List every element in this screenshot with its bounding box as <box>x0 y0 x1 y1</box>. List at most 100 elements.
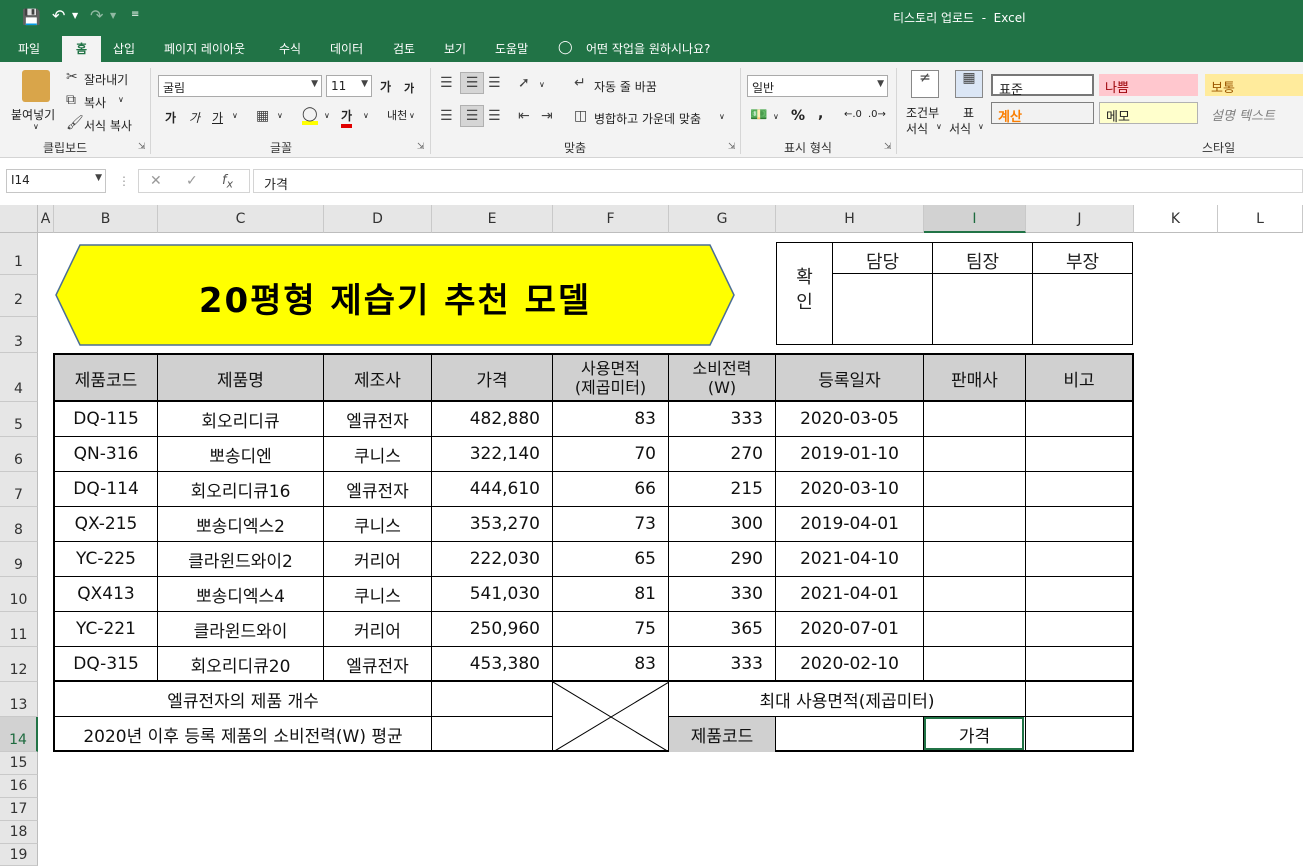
summary-count-label[interactable]: 엘큐전자의 제품 개수 <box>55 682 432 717</box>
column-header-e[interactable]: E <box>432 205 553 233</box>
format-painter-icon[interactable]: 🖌 <box>66 116 84 130</box>
orientation-dropdown-icon[interactable]: ∨ <box>539 80 545 89</box>
cell-name[interactable]: 회오리디큐 <box>158 402 324 437</box>
increase-decimal-icon[interactable]: ←.0 <box>844 109 862 120</box>
underline-dropdown-icon[interactable]: ∨ <box>232 111 238 120</box>
header-reg-date[interactable]: 등록일자 <box>776 355 924 402</box>
cell-code[interactable]: QN-316 <box>55 437 158 472</box>
cell-price[interactable]: 222,030 <box>432 542 553 577</box>
grow-font-button[interactable]: 가 <box>380 78 391 95</box>
summary-avg-value[interactable] <box>432 717 553 752</box>
style-bad[interactable]: 나쁨 <box>1099 74 1198 96</box>
cell-area[interactable]: 73 <box>553 507 669 542</box>
header-product-code[interactable]: 제품코드 <box>55 355 158 402</box>
cell-price[interactable]: 250,960 <box>432 612 553 647</box>
header-product-name[interactable]: 제품명 <box>158 355 324 402</box>
row-header-8[interactable]: 8 <box>0 507 38 542</box>
format-as-table-button[interactable]: 표 <box>963 104 974 121</box>
column-header-c[interactable]: C <box>158 205 324 233</box>
row-header-5[interactable]: 5 <box>0 402 38 437</box>
font-color-dropdown-icon[interactable]: ∨ <box>363 111 369 120</box>
undo-dropdown-icon[interactable]: ▼ <box>72 11 78 20</box>
fill-dropdown-icon[interactable]: ∨ <box>324 111 330 120</box>
cell-maker[interactable]: 쿠니스 <box>324 507 432 542</box>
cell-seller[interactable] <box>924 577 1026 612</box>
cell-date[interactable]: 2020-02-10 <box>776 647 924 682</box>
enter-icon[interactable]: ✓ <box>186 173 198 189</box>
cell-price[interactable]: 541,030 <box>432 577 553 612</box>
cell-seller[interactable] <box>924 612 1026 647</box>
cell-maker[interactable]: 커리어 <box>324 612 432 647</box>
cell-note[interactable] <box>1026 402 1132 437</box>
cancel-icon[interactable]: ✕ <box>150 173 162 189</box>
row-header-11[interactable]: 11 <box>0 612 38 647</box>
row-header-3[interactable]: 3 <box>0 317 38 353</box>
row-header-15[interactable]: 15 <box>0 752 38 775</box>
conditional-format-dropdown-icon[interactable]: ∨ <box>936 122 942 131</box>
cell-note[interactable] <box>1026 507 1132 542</box>
cell-date[interactable]: 2019-01-10 <box>776 437 924 472</box>
font-name-select[interactable]: 굴림 ▼ <box>158 75 322 97</box>
formula-input[interactable]: 가격 <box>253 169 1303 193</box>
font-color-icon[interactable]: 가 <box>341 107 353 128</box>
cell-maker[interactable]: 엘큐전자 <box>324 472 432 507</box>
copy-icon[interactable]: ⧉ <box>66 93 76 107</box>
save-icon[interactable]: 💾 <box>22 8 41 26</box>
select-all-corner[interactable] <box>0 205 38 233</box>
style-normal[interactable]: 표준 <box>991 74 1094 98</box>
tab-formulas[interactable]: 수식 <box>279 40 301 57</box>
conditional-format-button-line2[interactable]: 서식 <box>906 120 928 137</box>
summary-price-label[interactable]: 가격 <box>924 717 1026 752</box>
number-format-select[interactable]: 일반 ▼ <box>747 75 888 97</box>
row-header-13[interactable]: 13 <box>0 682 38 717</box>
align-center-icon[interactable]: ☰ <box>460 105 484 127</box>
column-header-a[interactable]: A <box>38 205 54 233</box>
paste-icon[interactable] <box>22 70 50 102</box>
summary-price-value[interactable] <box>1026 717 1132 752</box>
cell-date[interactable]: 2020-03-05 <box>776 402 924 437</box>
cell-seller[interactable] <box>924 437 1026 472</box>
phonetic-icon[interactable]: 내천 <box>387 107 407 123</box>
percent-button[interactable]: % <box>791 108 805 124</box>
row-header-17[interactable]: 17 <box>0 798 38 821</box>
align-top-icon[interactable]: ☰ <box>440 76 453 90</box>
tab-help[interactable]: 도움말 <box>495 40 528 57</box>
style-neutral[interactable]: 보통 <box>1205 74 1303 96</box>
cell-power[interactable]: 215 <box>669 472 776 507</box>
cell-code[interactable]: YC-221 <box>55 612 158 647</box>
cell-note[interactable] <box>1026 472 1132 507</box>
decrease-indent-icon[interactable]: ⇤ <box>518 109 530 123</box>
wrap-text-icon[interactable]: ↵ <box>574 76 586 90</box>
align-bottom-icon[interactable]: ☰ <box>488 76 501 90</box>
style-calculation[interactable]: 계산 <box>991 102 1094 125</box>
cell-seller[interactable] <box>924 542 1026 577</box>
row-header-12[interactable]: 12 <box>0 647 38 682</box>
cell-price[interactable]: 444,610 <box>432 472 553 507</box>
cell-date[interactable]: 2020-03-10 <box>776 472 924 507</box>
worksheet-grid[interactable]: A B C D E F G H I J K L 1 2 3 4 5 6 7 8 … <box>0 205 1303 866</box>
cell-date[interactable]: 2021-04-01 <box>776 577 924 612</box>
cell-date[interactable]: 2021-04-10 <box>776 542 924 577</box>
cell-note[interactable] <box>1026 542 1132 577</box>
cell-maker[interactable]: 엘큐전자 <box>324 402 432 437</box>
cell-code[interactable]: YC-225 <box>55 542 158 577</box>
header-note[interactable]: 비고 <box>1026 355 1132 402</box>
cell-name[interactable]: 클라윈드와이2 <box>158 542 324 577</box>
column-header-i[interactable]: I <box>924 205 1026 233</box>
increase-indent-icon[interactable]: ⇥ <box>541 109 553 123</box>
underline-button[interactable]: 가 <box>212 109 223 126</box>
bold-button[interactable]: 가 <box>165 109 176 126</box>
cell-seller[interactable] <box>924 507 1026 542</box>
header-seller[interactable]: 판매사 <box>924 355 1026 402</box>
cut-button[interactable]: 잘라내기 <box>84 71 128 88</box>
cell-seller[interactable] <box>924 647 1026 682</box>
cell-maker[interactable]: 엘큐전자 <box>324 647 432 682</box>
copy-dropdown-icon[interactable]: ∨ <box>118 95 124 104</box>
row-header-18[interactable]: 18 <box>0 821 38 844</box>
tab-page-layout[interactable]: 페이지 레이아웃 <box>164 40 245 57</box>
row-header-10[interactable]: 10 <box>0 577 38 612</box>
column-header-d[interactable]: D <box>324 205 432 233</box>
row-header-1[interactable]: 1 <box>0 233 38 275</box>
font-size-select[interactable]: 11 ▼ <box>326 75 372 97</box>
clipboard-launcher-icon[interactable]: ⇲ <box>138 142 146 152</box>
